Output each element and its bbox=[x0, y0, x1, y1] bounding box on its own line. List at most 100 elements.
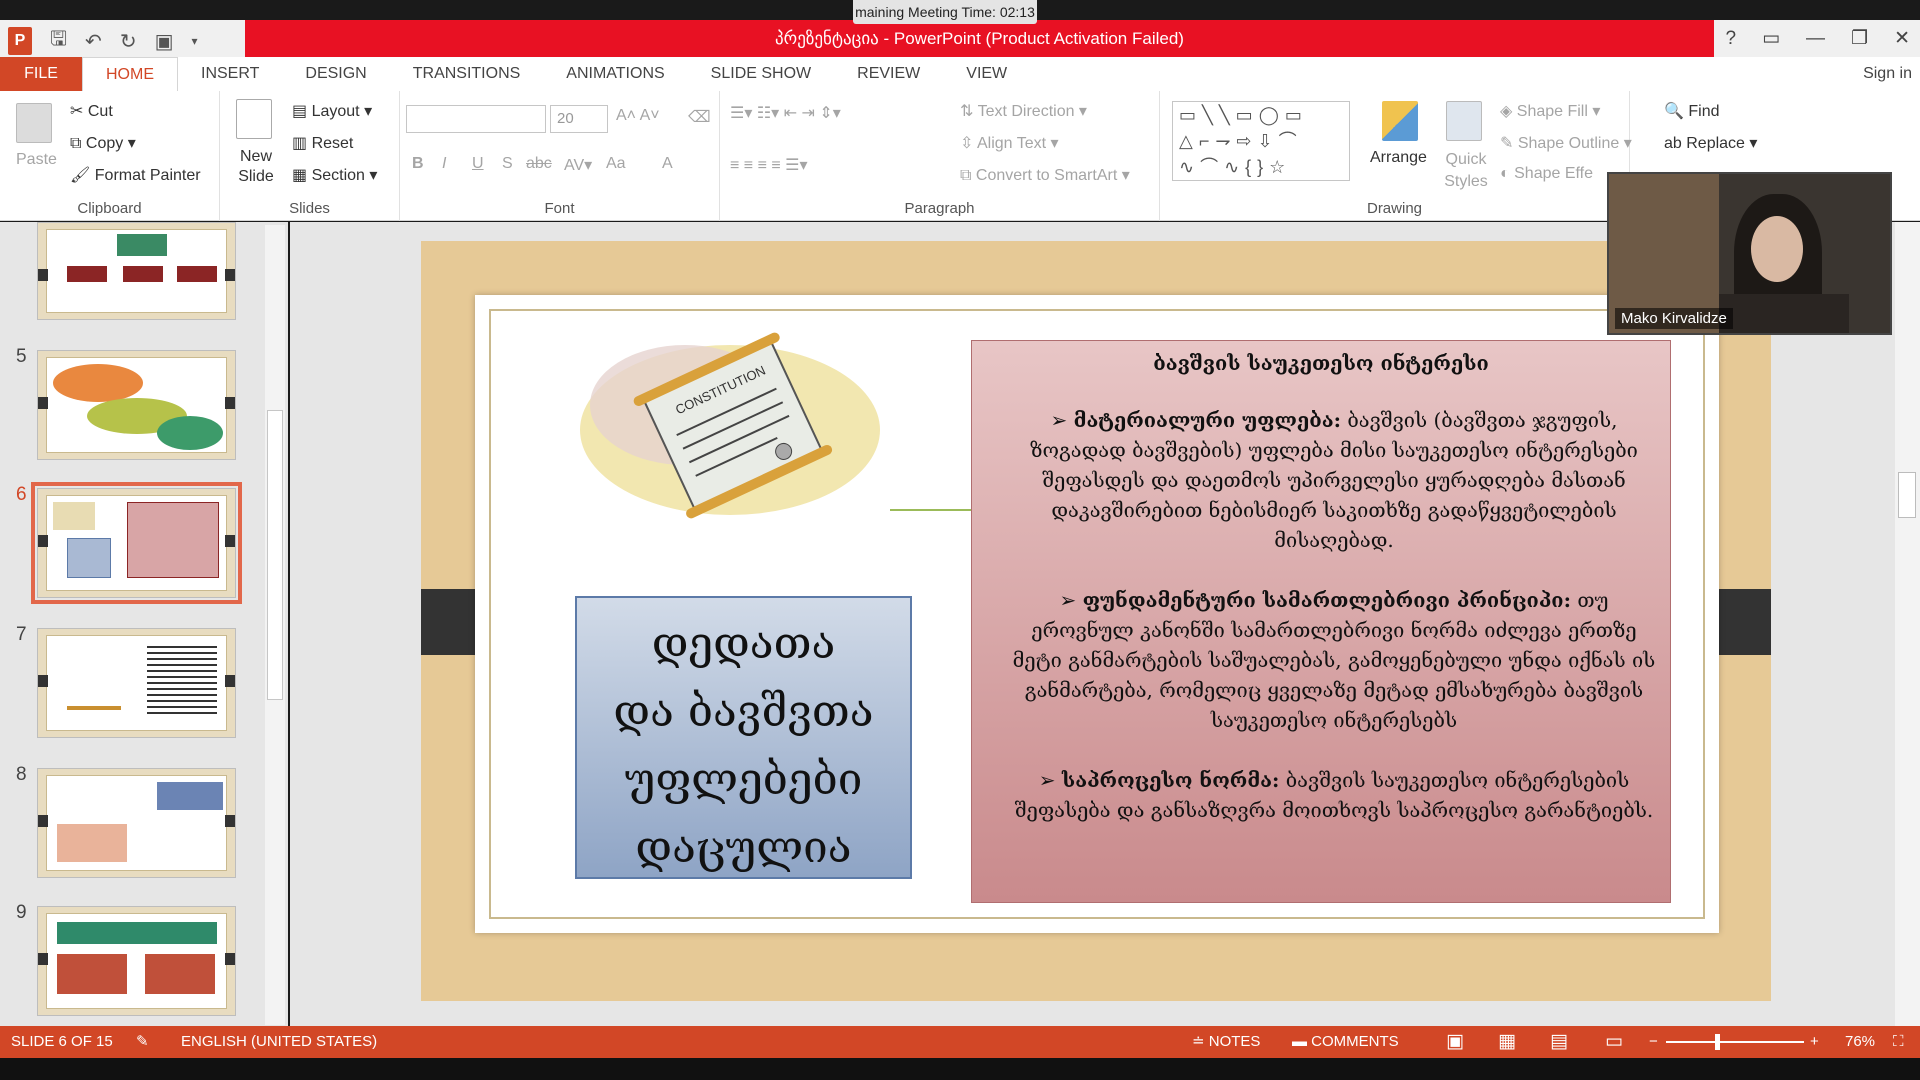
paste-icon[interactable] bbox=[16, 103, 52, 143]
shape-outline-button[interactable]: ✎ Shape Outline ▾ bbox=[1500, 133, 1632, 153]
tab-home[interactable]: HOME bbox=[82, 57, 178, 91]
strikethrough-button[interactable]: abc bbox=[526, 155, 552, 173]
text-direction-button[interactable]: ⇅ Text Direction ▾ bbox=[960, 101, 1087, 121]
ribbon-tabs: FILE HOME INSERT DESIGN TRANSITIONS ANIM… bbox=[0, 57, 1920, 91]
notes-icon: ≐ bbox=[1192, 1033, 1205, 1050]
shape-effects-button[interactable]: ◐ Shape Effe bbox=[1500, 165, 1593, 183]
thumb-green-block bbox=[117, 234, 167, 256]
language-indicator[interactable]: ENGLISH (UNITED STATES) bbox=[181, 1026, 377, 1058]
reset-button[interactable]: ▥ Reset bbox=[292, 133, 353, 153]
arrow-bullet-icon: ➢ bbox=[1038, 768, 1056, 792]
slide-number-5: 5 bbox=[16, 346, 27, 367]
arrange-button[interactable]: Arrange bbox=[1370, 149, 1427, 167]
quick-styles-icon[interactable] bbox=[1446, 101, 1482, 141]
undo-icon[interactable]: ↶ bbox=[85, 29, 102, 54]
new-slide-icon[interactable] bbox=[236, 99, 272, 139]
arrow-bullet-icon: ➢ bbox=[1050, 408, 1068, 432]
comments-button[interactable]: ▬ COMMENTS bbox=[1292, 1026, 1399, 1058]
thumbnail-scrollbar[interactable] bbox=[265, 225, 285, 1025]
editor-scroll-thumb[interactable] bbox=[1898, 472, 1916, 518]
best-interest-textbox[interactable]: ბავშვის საუკეთესო ინტერესი ➢ მატერიალური… bbox=[971, 340, 1671, 903]
align-icons[interactable]: ≡ ≡ ≡ ≡ ☰▾ bbox=[730, 155, 808, 175]
cut-label: Cut bbox=[87, 103, 113, 120]
spellcheck-icon[interactable]: ✎ bbox=[136, 1026, 149, 1058]
minimize-icon[interactable]: — bbox=[1806, 28, 1825, 50]
bullets-icon[interactable]: ☰▾ ☷▾ ⇤ ⇥ ⇕▾ bbox=[730, 103, 841, 123]
quick-styles-button[interactable]: Quick Styles bbox=[1438, 149, 1494, 193]
slide-thumbnail-4[interactable] bbox=[37, 222, 236, 320]
slide-thumbnail-9[interactable] bbox=[37, 906, 236, 1016]
slideshow-view-icon[interactable]: ▭ bbox=[1605, 1026, 1623, 1058]
tab-animations[interactable]: ANIMATIONS bbox=[543, 57, 687, 91]
change-case-button[interactable]: Aa bbox=[606, 155, 626, 173]
thumb-red-block bbox=[177, 266, 217, 282]
restore-icon[interactable]: ❐ bbox=[1851, 27, 1868, 50]
grow-font-icon[interactable]: A˄ A˅ bbox=[616, 107, 660, 125]
zoom-slider-handle[interactable] bbox=[1715, 1034, 1720, 1050]
slide-sorter-icon[interactable]: ▦ bbox=[1498, 1026, 1516, 1058]
paste-button[interactable]: Paste bbox=[16, 151, 57, 169]
shape-fill-button[interactable]: ◈ Shape Fill ▾ bbox=[1500, 101, 1600, 121]
slide-thumbnail-5[interactable] bbox=[37, 350, 236, 460]
blue-box-line: დაცულია bbox=[635, 822, 852, 873]
tab-view[interactable]: VIEW bbox=[943, 57, 1030, 91]
help-icon[interactable]: ? bbox=[1726, 28, 1737, 50]
customize-qat-icon[interactable]: ▾ bbox=[191, 34, 197, 48]
align-text-button[interactable]: ⇳ Align Text ▾ bbox=[960, 133, 1059, 153]
ribbon-display-icon[interactable]: ▭ bbox=[1762, 27, 1780, 50]
layout-button[interactable]: ▤ Layout ▾ bbox=[292, 101, 372, 121]
underline-button[interactable]: U bbox=[472, 155, 484, 173]
zoom-level[interactable]: 76% bbox=[1845, 1026, 1875, 1058]
normal-view-icon[interactable]: ▣ bbox=[1446, 1026, 1464, 1058]
editor-scrollbar[interactable] bbox=[1895, 222, 1920, 1028]
section-button[interactable]: ▦ Section ▾ bbox=[292, 165, 377, 185]
font-size-combo[interactable]: 20 bbox=[550, 105, 608, 133]
window-title: პრეზენტაცია - PowerPoint (Product Activa… bbox=[775, 29, 1184, 48]
close-icon[interactable]: ✕ bbox=[1894, 27, 1910, 50]
paint-bucket-icon: ◈ bbox=[1500, 103, 1513, 120]
zoom-slider-track[interactable] bbox=[1666, 1041, 1804, 1043]
tab-design[interactable]: DESIGN bbox=[282, 57, 389, 91]
participant-video[interactable]: Mako Kirvalidze bbox=[1607, 172, 1892, 335]
thumb-text-lines bbox=[147, 646, 217, 716]
convert-smartart-button[interactable]: ⧉ Convert to SmartArt ▾ bbox=[960, 165, 1130, 185]
start-from-beginning-icon[interactable]: ▣ bbox=[155, 29, 174, 54]
zoom-in-icon[interactable]: + bbox=[1810, 1026, 1819, 1058]
shadow-button[interactable]: S bbox=[502, 155, 513, 173]
replace-button[interactable]: ab Replace ▾ bbox=[1664, 133, 1757, 153]
copy-button[interactable]: ⧉ Copy ▾ bbox=[70, 133, 136, 153]
redo-icon[interactable]: ↻ bbox=[120, 29, 137, 54]
find-button[interactable]: 🔍 Find bbox=[1664, 101, 1720, 121]
notes-button[interactable]: ≐ NOTES bbox=[1192, 1026, 1260, 1058]
save-icon[interactable]: 🖫 bbox=[50, 24, 67, 58]
font-color-button[interactable]: A bbox=[662, 155, 673, 173]
sign-in-link[interactable]: Sign in bbox=[1863, 57, 1912, 91]
font-group: 20 A˄ A˅ ⌫ B I U S abc AV▾ Aa A Font bbox=[400, 91, 720, 221]
italic-button[interactable]: I bbox=[442, 155, 446, 173]
tab-insert[interactable]: INSERT bbox=[178, 57, 282, 91]
tab-transitions[interactable]: TRANSITIONS bbox=[390, 57, 544, 91]
thumbnail-6-content bbox=[46, 495, 227, 591]
rights-protected-textbox[interactable]: დედათა და ბავშვთა უფლებები დაცულია bbox=[575, 596, 912, 879]
clear-formatting-icon[interactable]: ⌫ bbox=[688, 107, 711, 127]
fit-to-window-icon[interactable]: ⛶ bbox=[1893, 1026, 1904, 1058]
slide-thumbnail-7[interactable] bbox=[37, 628, 236, 738]
format-painter-button[interactable]: 🖌 Format Painter bbox=[70, 165, 201, 185]
slides-label: Slides bbox=[289, 200, 330, 217]
new-slide-button[interactable]: New Slide bbox=[234, 147, 278, 187]
shapes-gallery[interactable]: ▭╲╲▭◯▭ △⌐⇁⇨⇩⌒ ∿⌒∿{}☆ bbox=[1172, 101, 1350, 181]
drawing-group: ▭╲╲▭◯▭ △⌐⇁⇨⇩⌒ ∿⌒∿{}☆ Arrange Quick Style… bbox=[1160, 91, 1632, 221]
zoom-out-icon[interactable]: − bbox=[1649, 1026, 1658, 1058]
thumbnail-scroll-thumb[interactable] bbox=[267, 410, 283, 700]
slide-thumbnail-8[interactable] bbox=[37, 768, 236, 878]
reading-view-icon[interactable]: ▤ bbox=[1550, 1026, 1568, 1058]
tab-review[interactable]: REVIEW bbox=[834, 57, 943, 91]
bold-button[interactable]: B bbox=[412, 155, 424, 173]
arrange-icon[interactable] bbox=[1382, 101, 1418, 141]
slide-thumbnail-6[interactable] bbox=[31, 482, 242, 604]
tab-slide-show[interactable]: SLIDE SHOW bbox=[688, 57, 834, 91]
cut-button[interactable]: ✂ Cut bbox=[70, 101, 113, 121]
font-name-combo[interactable] bbox=[406, 105, 546, 133]
tab-file[interactable]: FILE bbox=[0, 57, 82, 91]
char-spacing-icon[interactable]: AV▾ bbox=[564, 155, 592, 175]
